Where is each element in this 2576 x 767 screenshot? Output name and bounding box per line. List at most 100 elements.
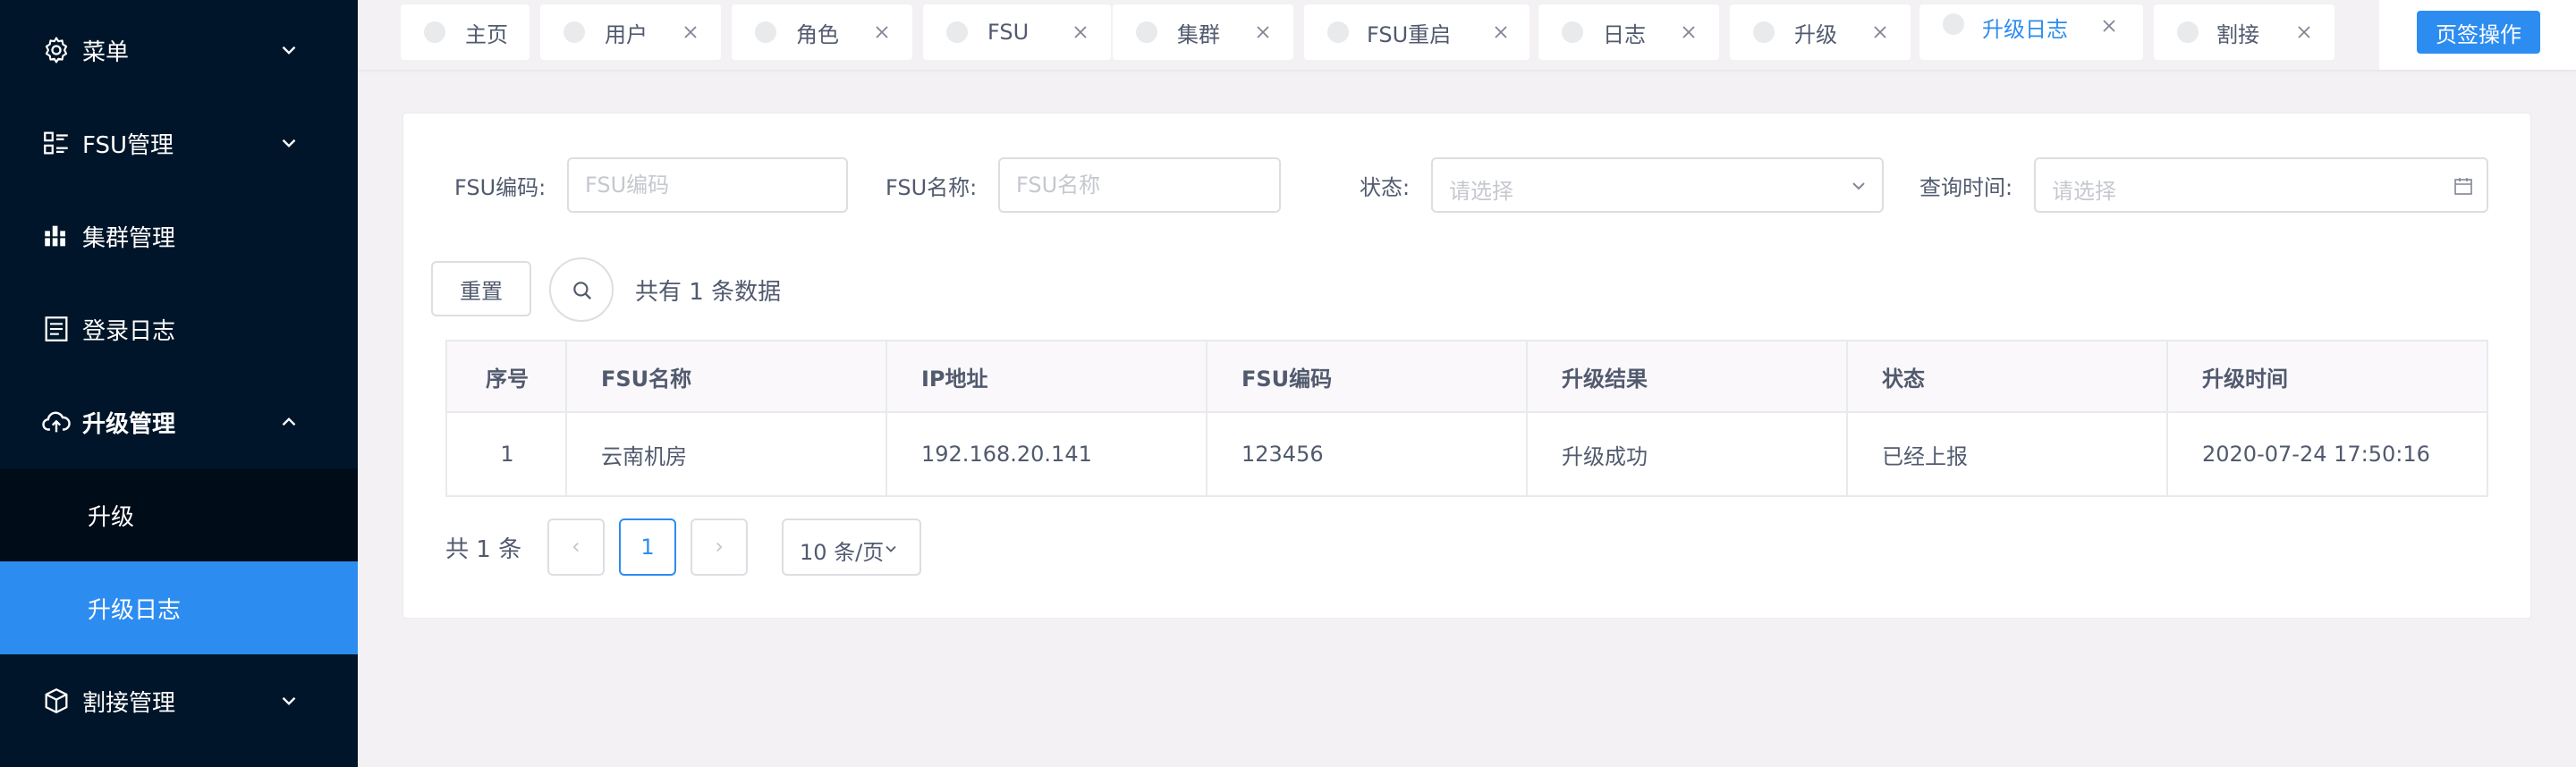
- status-select-placeholder: 请选择: [1449, 179, 1513, 204]
- page-button-current[interactable]: 1: [619, 518, 676, 576]
- tab-status-dot: [2177, 21, 2199, 43]
- document-icon: [45, 316, 68, 341]
- chevron-down-icon: [282, 46, 296, 55]
- close-icon[interactable]: [2295, 23, 2313, 41]
- pagination-total: 共 1 条: [445, 536, 522, 563]
- tab-operations-button[interactable]: 页签操作: [2417, 11, 2540, 54]
- close-icon[interactable]: [1072, 23, 1089, 41]
- tab-status-dot: [946, 21, 968, 43]
- list-icon: [44, 131, 68, 155]
- tab-role[interactable]: 角色: [732, 4, 912, 60]
- chevron-down-icon: [282, 139, 296, 148]
- column-divider: [565, 341, 567, 495]
- sidebar-item-label: 菜单: [82, 38, 130, 66]
- tab-home[interactable]: 主页: [401, 4, 530, 60]
- column-divider: [1846, 341, 1848, 495]
- fsu-code-input[interactable]: [567, 157, 848, 213]
- sidebar-item-label: 集群管理: [82, 224, 176, 252]
- column-header-ip: IP地址: [921, 366, 988, 392]
- fsu-name-label: FSU名称:: [886, 175, 978, 200]
- cell-time: 2020-07-24 17:50:16: [2202, 442, 2430, 467]
- page-size-label: 10 条/页: [800, 540, 885, 565]
- tab-fsu-restart[interactable]: FSU重启: [1304, 4, 1530, 60]
- sidebar-item-fsu[interactable]: FSU管理: [0, 97, 358, 190]
- column-header-fsu-name: FSU名称: [601, 366, 692, 392]
- tab-user[interactable]: 用户: [540, 4, 721, 60]
- page-size-select[interactable]: 10 条/页: [782, 518, 921, 576]
- column-header-fsu-code: FSU编码: [1241, 366, 1333, 392]
- table-header: 序号 FSU名称 IP地址 FSU编码 升级结果 状态 升级时间: [447, 341, 2487, 413]
- close-icon[interactable]: [873, 23, 891, 41]
- tab-fsu[interactable]: FSU: [923, 4, 1111, 60]
- cluster-icon: [43, 225, 68, 247]
- fsu-code-label: FSU编码:: [454, 175, 547, 200]
- search-icon: [573, 282, 592, 300]
- cell-fsu-name: 云南机房: [601, 443, 687, 469]
- chevron-up-icon: [282, 417, 296, 426]
- sidebar-item-cluster[interactable]: 集群管理: [0, 190, 358, 282]
- tab-label: 主页: [465, 21, 508, 47]
- sidebar-item-label: 登录日志: [82, 317, 176, 345]
- chevron-down-icon: [282, 696, 296, 705]
- tab-status-dot: [1327, 21, 1349, 43]
- tab-label: 升级日志: [1982, 17, 2068, 42]
- sidebar-subitem-upgrade-log[interactable]: 升级日志: [0, 561, 358, 654]
- close-icon[interactable]: [2100, 17, 2118, 35]
- fsu-name-input[interactable]: [998, 157, 1281, 213]
- sidebar-item-label: 割接管理: [82, 689, 176, 717]
- calendar-icon: [2454, 178, 2472, 195]
- search-button[interactable]: [549, 257, 614, 322]
- tab-upgrade[interactable]: 升级: [1730, 4, 1911, 60]
- sidebar-item-menu[interactable]: 菜单: [0, 4, 358, 97]
- chevron-right-icon: [716, 542, 723, 552]
- reset-button[interactable]: 重置: [431, 261, 531, 316]
- query-time-picker[interactable]: 请选择: [2034, 157, 2488, 213]
- cell-ip: 192.168.20.141: [921, 442, 1092, 467]
- sidebar-subitem-label: 升级: [88, 503, 135, 531]
- sidebar-subitem-upgrade[interactable]: 升级: [0, 468, 358, 561]
- cloud-upload-icon: [42, 411, 71, 433]
- tab-status-dot: [1562, 21, 1583, 43]
- cell-result: 升级成功: [1562, 443, 1648, 469]
- chevron-down-icon: [886, 545, 896, 552]
- prev-page-button[interactable]: [547, 518, 605, 576]
- sidebar-item-label: 升级管理: [82, 410, 176, 438]
- tab-status-dot: [1753, 21, 1775, 43]
- close-icon[interactable]: [1254, 23, 1272, 41]
- status-select[interactable]: 请选择: [1431, 157, 1884, 213]
- tab-upgrade-log[interactable]: 升级日志: [1919, 4, 2143, 60]
- tab-status-dot: [564, 21, 585, 43]
- chevron-left-icon: [572, 542, 579, 552]
- cell-fsu-code: 123456: [1241, 442, 1324, 467]
- column-divider: [2166, 341, 2168, 495]
- column-header-status: 状态: [1882, 366, 1925, 392]
- tab-label: FSU重启: [1367, 21, 1452, 47]
- sidebar-item-upgrade[interactable]: 升级管理: [0, 375, 358, 468]
- gear-icon: [45, 37, 68, 63]
- tab-cluster[interactable]: 集群: [1113, 4, 1293, 60]
- sidebar-subitem-label: 升级日志: [88, 596, 182, 624]
- close-icon[interactable]: [1680, 23, 1698, 41]
- chevron-down-icon: [1852, 182, 1865, 190]
- tab-status-dot: [1136, 21, 1157, 43]
- column-divider: [1526, 341, 1528, 495]
- query-time-label: 查询时间:: [1919, 175, 2013, 200]
- column-header-result: 升级结果: [1562, 366, 1648, 392]
- next-page-button[interactable]: [691, 518, 748, 576]
- close-icon[interactable]: [682, 23, 699, 41]
- tab-label: 割接: [2216, 21, 2259, 47]
- box-icon: [45, 688, 68, 713]
- tab-label: 日志: [1603, 21, 1646, 47]
- sidebar-item-login-log[interactable]: 登录日志: [0, 282, 358, 375]
- tab-label: FSU: [987, 20, 1030, 45]
- tab-cutover[interactable]: 割接: [2154, 4, 2334, 60]
- table-row[interactable]: 1 云南机房 192.168.20.141 123456 升级成功 已经上报 2…: [447, 413, 2487, 495]
- close-icon[interactable]: [1492, 23, 1510, 41]
- sidebar: 菜单 FSU管理 集群管理 登录日志 升级管理 升级 升级日志 割接管理: [0, 0, 358, 767]
- cell-index: 1: [500, 442, 514, 467]
- column-divider: [886, 341, 887, 495]
- query-time-placeholder: 请选择: [2052, 179, 2116, 204]
- sidebar-item-cutover[interactable]: 割接管理: [0, 654, 358, 747]
- close-icon[interactable]: [1871, 23, 1889, 41]
- tab-log[interactable]: 日志: [1538, 4, 1719, 60]
